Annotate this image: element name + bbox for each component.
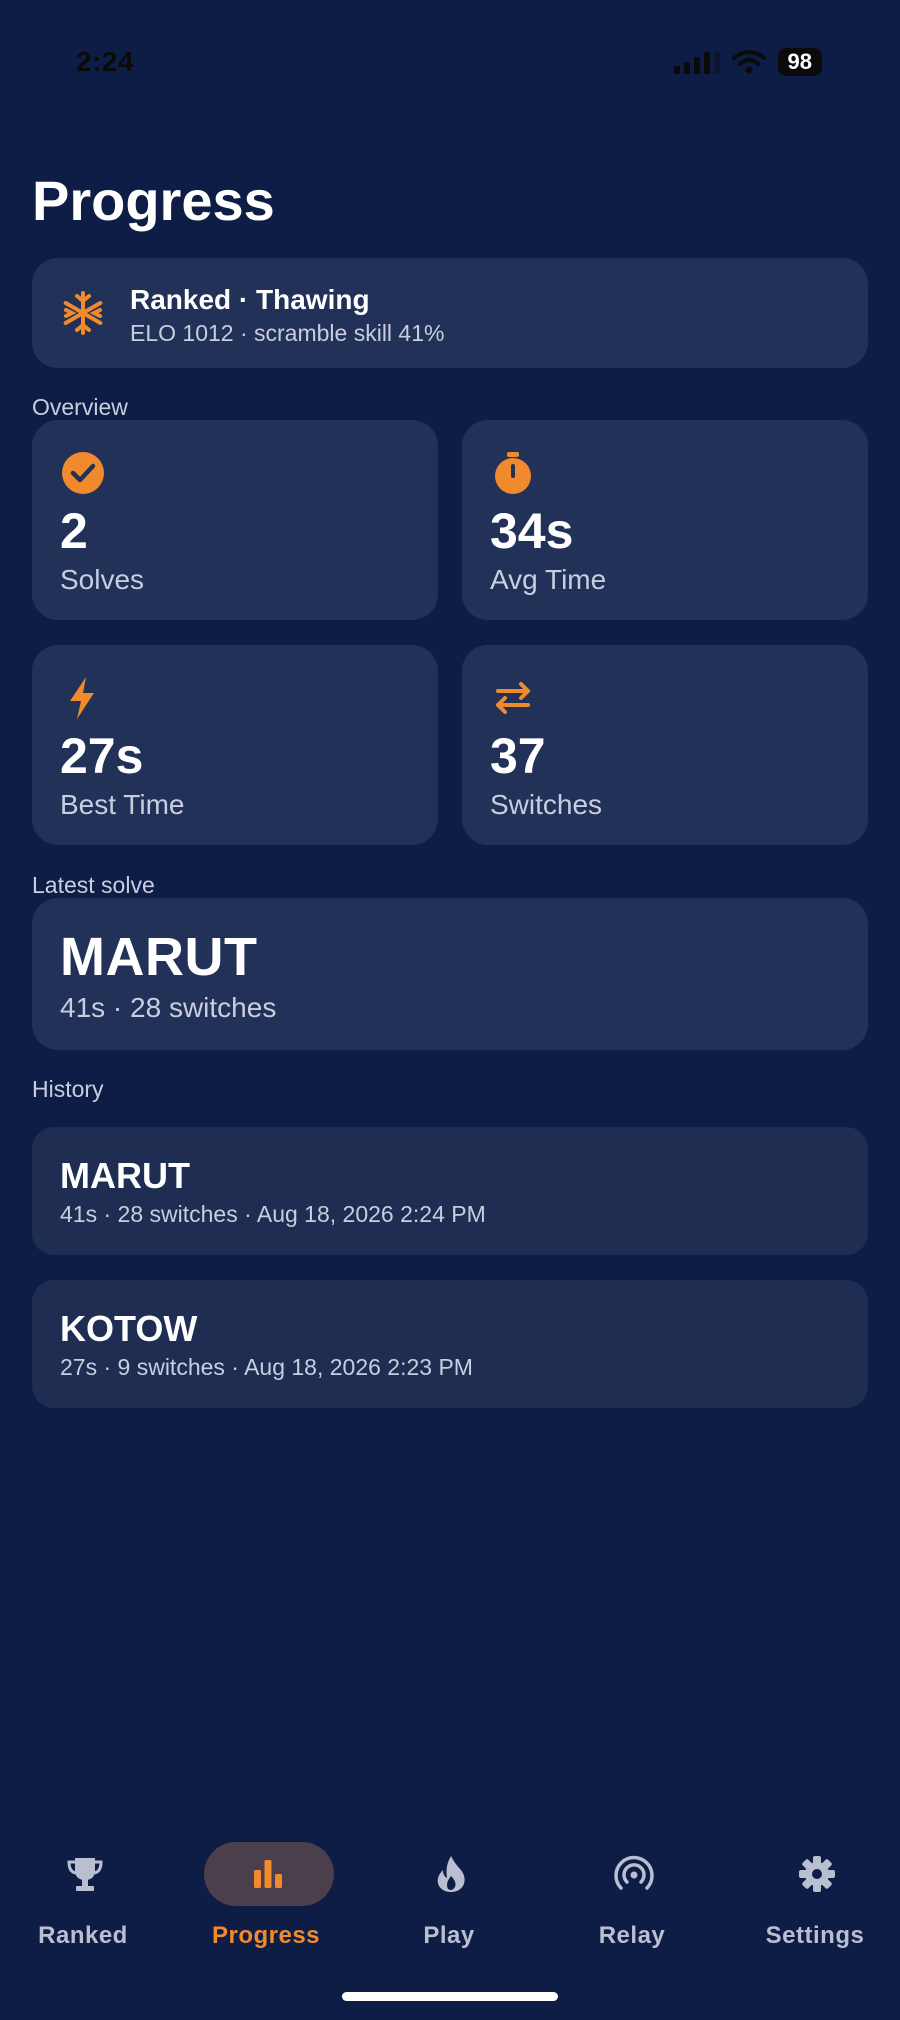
stat-label: Best Time <box>60 789 185 820</box>
rank-title: Ranked · Thawing <box>130 284 370 315</box>
history-section-label: History <box>32 1076 104 1102</box>
swap-arrows-icon <box>496 682 530 714</box>
rank-status-card[interactable]: Ranked · Thawing ELO 1012 · scramble ski… <box>32 258 868 368</box>
history-item-detail: 27s · 9 switches · Aug 18, 2026 2:23 PM <box>60 1354 473 1380</box>
trophy-icon <box>67 1858 103 1891</box>
overview-section-label: Overview <box>32 394 128 420</box>
history-item-word: KOTOW <box>60 1308 198 1349</box>
latest-solve-card[interactable]: MARUT 41s · 28 switches <box>32 898 868 1050</box>
bar-chart-icon <box>254 1860 282 1888</box>
history-item[interactable]: KOTOW 27s · 9 switches · Aug 18, 2026 2:… <box>32 1280 868 1408</box>
stat-card-solves: 2 Solves <box>32 420 438 620</box>
gear-icon <box>799 1856 835 1892</box>
stat-value: 37 <box>490 728 546 784</box>
stat-label: Avg Time <box>490 564 607 595</box>
latest-section-label: Latest solve <box>32 872 155 898</box>
tab-label: Progress <box>211 1922 321 1949</box>
stat-value: 34s <box>490 503 574 559</box>
flame-icon <box>437 1856 465 1892</box>
latest-solve-word: MARUT <box>60 927 258 987</box>
tab-settings[interactable]: Settings <box>735 1834 895 1954</box>
status-bar: 2:24 98 <box>0 0 900 120</box>
latest-solve-detail: 41s · 28 switches <box>60 992 277 1023</box>
status-icons: 98 <box>673 48 822 76</box>
bottom-tab-bar: Ranked Progress Play Relay Settings <box>0 1820 900 2020</box>
tab-label: Relay <box>598 1922 666 1949</box>
broadcast-icon <box>614 1855 654 1890</box>
tab-label: Play <box>423 1922 475 1949</box>
page-title: Progress <box>32 169 275 232</box>
stopwatch-icon <box>495 452 531 494</box>
history-item-detail: 41s · 28 switches · Aug 18, 2026 2:24 PM <box>60 1201 486 1227</box>
tab-ranked[interactable]: Ranked <box>3 1834 163 1954</box>
history-item-word: MARUT <box>60 1155 190 1196</box>
stat-label: Solves <box>60 564 145 595</box>
check-circle-icon <box>62 452 104 494</box>
rank-subtitle: ELO 1012 · scramble skill 41% <box>130 320 445 346</box>
history-item[interactable]: MARUT 41s · 28 switches · Aug 18, 2026 2… <box>32 1127 868 1255</box>
home-indicator[interactable] <box>342 1992 558 2001</box>
status-time: 2:24 <box>76 46 135 77</box>
battery-indicator: 98 <box>777 48 822 76</box>
tab-play[interactable]: Play <box>369 1834 529 1954</box>
stat-label: Switches <box>490 789 603 820</box>
stat-card-avg-time: 34s Avg Time <box>462 420 868 620</box>
tab-label: Ranked <box>38 1922 128 1949</box>
lightning-icon <box>70 677 94 719</box>
cellular-signal-icon <box>673 50 720 74</box>
snowflake-icon <box>63 291 103 335</box>
stat-card-switches: 37 Switches <box>462 645 868 845</box>
tab-label: Settings <box>765 1922 865 1949</box>
stat-value: 27s <box>60 728 144 784</box>
wifi-icon <box>731 50 766 74</box>
tab-progress[interactable]: Progress <box>186 1834 346 1954</box>
tab-relay[interactable]: Relay <box>552 1834 712 1954</box>
stat-value: 2 <box>60 503 88 559</box>
stat-card-best-time: 27s Best Time <box>32 645 438 845</box>
